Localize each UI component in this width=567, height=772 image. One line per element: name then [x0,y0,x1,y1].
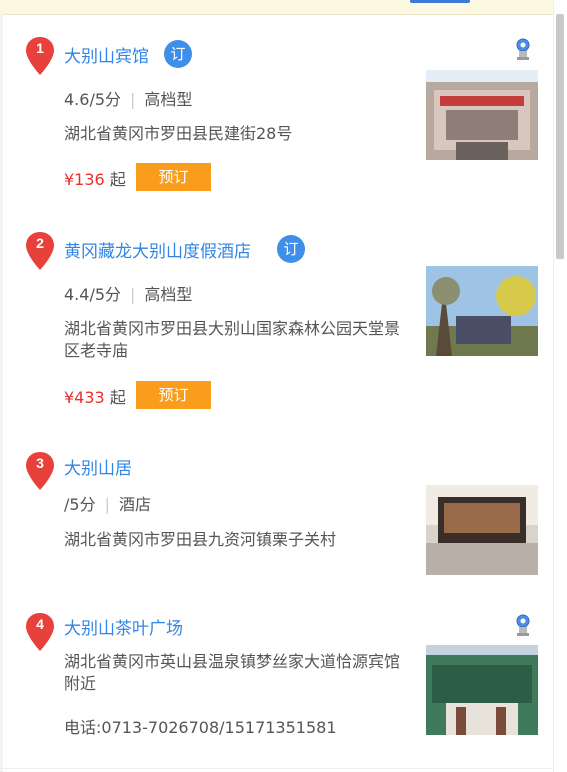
category: 高档型 [144,285,193,304]
reservation-badge-icon[interactable]: 订 [164,40,192,68]
result-item[interactable]: 2 黄冈藏龙大别山度假酒店 订 4.4/5分 | 高档型 湖北省黄冈市罗田县大别山国… [20,231,545,421]
result-item[interactable]: 1 大别山宾馆 订 4.6/5分 | 高档型 湖北省黄冈市罗田县民建街28号 ¥13… [20,36,545,196]
map-pin-icon[interactable]: 4 [25,612,55,651]
map-pin-icon[interactable]: 3 [25,451,55,490]
result-name-link[interactable]: 大别山茶叶广场 [64,614,183,639]
marker-number: 2 [36,235,44,251]
category: 高档型 [144,90,193,109]
marker-number: 1 [36,40,44,56]
address: 湖北省黄冈市罗田县民建街28号 [64,124,293,143]
list-bottom-divider [0,768,553,769]
address: 湖北省黄冈市英山县温泉镇梦丝家大道恰源宾馆附近 [64,652,401,693]
map-pin-icon[interactable]: 1 [25,36,55,75]
hotel-photo[interactable] [426,485,538,575]
hotel-photo[interactable] [426,266,538,356]
category: 酒店 [118,495,151,514]
price-value: ¥433 [64,388,105,407]
map-pin-icon[interactable]: 2 [25,231,55,270]
rating: 4.6/5分 [64,90,122,109]
divider: | [130,90,136,109]
marker-number: 3 [36,455,44,471]
price-suffix: 起 [109,388,126,407]
book-button[interactable]: 预订 [136,163,211,191]
top-bar-button[interactable] [410,0,470,3]
book-button[interactable]: 预订 [136,381,211,409]
left-edge [0,14,3,772]
top-notice-bar [0,0,553,15]
result-item[interactable]: 3 大别山居 /5分 | 酒店 湖北省黄冈市罗田县九资河镇栗子关村 [20,449,545,589]
divider: | [104,495,110,514]
scrollbar-thumb[interactable] [556,14,564,259]
rating: 4.4/5分 [64,285,122,304]
divider: | [130,285,136,304]
price: ¥433 起 [64,384,126,408]
price-suffix: 起 [109,170,126,189]
panorama-icon[interactable] [516,614,530,638]
reservation-badge-icon[interactable]: 订 [277,235,305,263]
hotel-photo[interactable] [426,70,538,160]
address: 湖北省黄冈市罗田县九资河镇栗子关村 [64,530,337,549]
phone: 电话:0713-7026708/15171351581 [64,718,337,737]
address: 湖北省黄冈市罗田县大别山国家森林公园天堂景区老寺庙 [64,319,401,360]
rating: /5分 [64,495,96,514]
result-name-link[interactable]: 大别山宾馆 [64,42,149,67]
result-item[interactable]: 4 大别山茶叶广场 湖北省黄冈市英山县温泉镇梦丝家大道恰源宾馆附近 电话:071… [20,610,545,750]
price-value: ¥136 [64,170,105,189]
price: ¥136 起 [64,166,126,190]
result-name-link[interactable]: 大别山居 [64,454,132,479]
panorama-icon[interactable] [516,38,530,62]
result-name-link[interactable]: 黄冈藏龙大别山度假酒店 [64,237,251,262]
marker-number: 4 [36,616,44,632]
hotel-photo[interactable] [426,645,538,735]
